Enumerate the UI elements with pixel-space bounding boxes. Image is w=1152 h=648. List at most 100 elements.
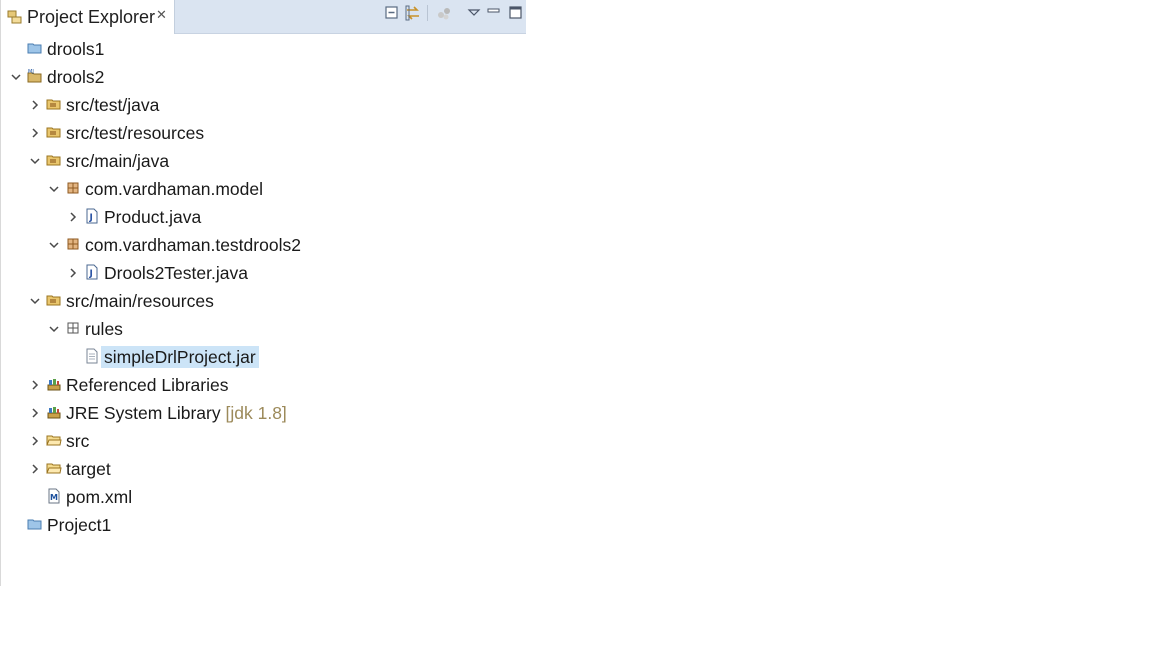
tree-item[interactable]: src/test/resources [1, 119, 526, 147]
tree-item-label: JRE System Library [jdk 1.8] [63, 402, 290, 424]
tree-item-text: src/test/java [66, 95, 160, 115]
svg-text:M: M [50, 493, 58, 502]
tree-item[interactable]: src/main/resources [1, 287, 526, 315]
minimize-icon[interactable] [485, 4, 503, 22]
chevron-down-icon[interactable] [48, 239, 60, 251]
tree-item[interactable]: Project1 [1, 511, 526, 539]
tree-item[interactable]: src [1, 427, 526, 455]
closed-project-icon [27, 519, 42, 530]
closed-project-icon [27, 43, 42, 54]
project-explorer-icon [7, 10, 22, 24]
tree-item-label: drools2 [44, 66, 107, 88]
tree-item-label: Referenced Libraries [63, 374, 231, 396]
folder-icon [46, 435, 62, 446]
tree-item-label: simpleDrlProject.jar [101, 346, 259, 368]
library-icon [47, 379, 61, 391]
tree-item[interactable]: rules [1, 315, 526, 343]
tree-item[interactable]: com.vardhaman.model [1, 175, 526, 203]
tree-item-text: Project1 [47, 515, 112, 535]
project-explorer-view: Project Explorer ✕ drools1 MJ drools2 src/t [0, 0, 526, 586]
folder-icon [46, 463, 62, 474]
link-with-editor-icon[interactable] [404, 4, 422, 22]
chevron-down-icon[interactable] [48, 323, 60, 335]
library-icon [47, 407, 61, 419]
tree-item-label: rules [82, 318, 126, 340]
tree-item-text: drools2 [47, 67, 105, 87]
source-folder-icon [46, 127, 61, 138]
tree-item-text: com.vardhaman.model [85, 179, 263, 199]
package-icon [67, 182, 79, 194]
chevron-right-icon[interactable] [29, 379, 41, 391]
tree-item[interactable]: MJ drools2 [1, 63, 526, 91]
tree-item-label: src/main/resources [63, 290, 217, 312]
tree-item[interactable]: drools1 [1, 35, 526, 63]
tree-item-text: src/main/resources [66, 291, 214, 311]
tree-item-text: com.vardhaman.testdrools2 [85, 235, 301, 255]
collapse-all-icon[interactable] [383, 4, 401, 22]
chevron-down-icon[interactable] [29, 295, 41, 307]
tree-item-text: src/main/java [66, 151, 170, 171]
svg-text:MJ: MJ [28, 69, 34, 75]
tree-item-label: pom.xml [63, 486, 135, 508]
tree-item[interactable]: simpleDrlProject.jar [1, 343, 526, 371]
tree-item-label: com.vardhaman.testdrools2 [82, 234, 304, 256]
tree-item-text: target [66, 459, 111, 479]
tree-item-text: Referenced Libraries [66, 375, 229, 395]
toolbar-separator [427, 5, 428, 21]
tree-item[interactable]: com.vardhaman.testdrools2 [1, 231, 526, 259]
tree-item-label: target [63, 458, 114, 480]
view-tab-bar: Project Explorer ✕ [1, 0, 526, 34]
chevron-right-icon[interactable] [67, 267, 79, 279]
tree-item[interactable]: J Drools2Tester.java [1, 259, 526, 287]
tree-item-text: rules [85, 319, 123, 339]
svg-text:J: J [89, 213, 93, 223]
chevron-right-icon[interactable] [29, 127, 41, 139]
view-menu-icon[interactable] [465, 4, 483, 22]
tree-item-label: Product.java [101, 206, 204, 228]
tree-item-label: Project1 [44, 514, 114, 536]
tree-item-label: src/test/resources [63, 122, 207, 144]
package-icon [67, 238, 79, 250]
tree-item-decoration: [jdk 1.8] [225, 403, 287, 423]
filter-icon[interactable] [435, 4, 453, 22]
tree-item-text: src [66, 431, 90, 451]
maven-project-icon: MJ [27, 69, 42, 83]
java-file-icon: J [86, 264, 98, 280]
tree-item-label: src/test/java [63, 94, 162, 116]
maximize-icon[interactable] [507, 4, 525, 22]
tree-item[interactable]: JRE System Library [jdk 1.8] [1, 399, 526, 427]
chevron-right-icon[interactable] [29, 407, 41, 419]
close-icon[interactable]: ✕ [156, 8, 167, 23]
chevron-right-icon[interactable] [29, 435, 41, 447]
source-folder-icon [46, 99, 61, 110]
chevron-down-icon[interactable] [29, 155, 41, 167]
project-explorer-tab[interactable]: Project Explorer ✕ [1, 0, 175, 34]
tree-item[interactable]: target [1, 455, 526, 483]
tree-item-label: Drools2Tester.java [101, 262, 251, 284]
chevron-down-icon[interactable] [10, 71, 22, 83]
tab-title: Project Explorer [27, 7, 156, 27]
empty-package-icon [67, 322, 79, 334]
maven-pom-icon: M [48, 488, 60, 504]
tree-item-text: Drools2Tester.java [104, 263, 248, 283]
tree-item-text: Product.java [104, 207, 202, 227]
tree-item-label: drools1 [44, 38, 107, 60]
chevron-right-icon[interactable] [29, 99, 41, 111]
tree-item[interactable]: src/test/java [1, 91, 526, 119]
tree-item-label: src [63, 430, 92, 452]
java-file-icon: J [86, 208, 98, 224]
chevron-right-icon[interactable] [29, 463, 41, 475]
source-folder-icon [46, 295, 61, 306]
file-icon [86, 348, 98, 364]
source-folder-icon [46, 155, 61, 166]
tree-item-label: src/main/java [63, 150, 172, 172]
tree-item[interactable]: src/main/java [1, 147, 526, 175]
tree-item-label: com.vardhaman.model [82, 178, 266, 200]
tree-item-text: JRE System Library [66, 403, 221, 423]
tree-item[interactable]: Referenced Libraries [1, 371, 526, 399]
tree-item[interactable]: J Product.java [1, 203, 526, 231]
tree-item[interactable]: Mpom.xml [1, 483, 526, 511]
chevron-down-icon[interactable] [48, 183, 60, 195]
tree-item-text: pom.xml [66, 487, 133, 507]
chevron-right-icon[interactable] [67, 211, 79, 223]
